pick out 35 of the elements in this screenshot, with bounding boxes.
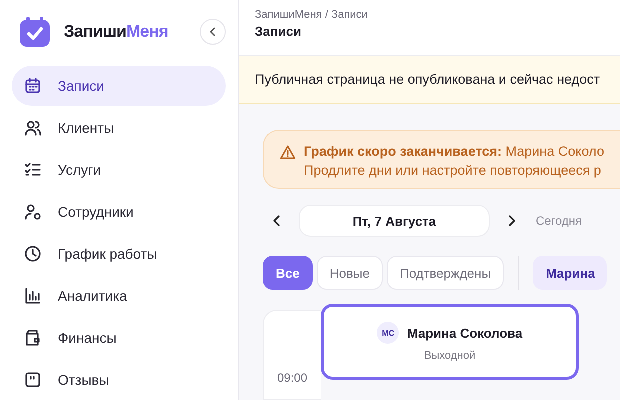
time-label: 09:00 [277, 371, 308, 385]
filter-tab[interactable]: Новые [316, 256, 383, 290]
checklist-icon [24, 161, 42, 179]
users-icon [24, 119, 42, 137]
sidebar-item[interactable]: Отзывы [12, 360, 226, 400]
filter-tab[interactable]: Все [263, 256, 313, 290]
sidebar-item[interactable]: График работы [12, 234, 226, 274]
warning-hint: Продлите дни или настройте повторяющееся р [304, 163, 602, 178]
calendar-icon [24, 77, 42, 95]
breadcrumb: ЗапишиМеня / Записи [255, 9, 369, 21]
warning-text: График скоро заканчивается: Марина Соколо [304, 144, 604, 159]
staff-filter-chip[interactable]: Марина [533, 256, 608, 290]
sidebar-item[interactable]: Записи [12, 66, 226, 106]
date-picker[interactable]: Пт, 7 Августа [299, 205, 490, 237]
wallet-icon [24, 329, 42, 347]
warning-icon [280, 145, 296, 160]
page-title: Записи [255, 24, 302, 39]
calendar-check-logo-icon [20, 17, 50, 47]
sidebar-item[interactable]: Клиенты [12, 108, 226, 148]
chevron-left-icon [272, 215, 282, 227]
staff-name: Марина Соколова [407, 326, 523, 340]
staff-column-header[interactable]: МС Марина Соколова Выходной [321, 304, 579, 380]
avatar: МС [377, 322, 400, 344]
filter-tab[interactable]: Подтверждены [386, 256, 504, 290]
bar-chart-icon [24, 287, 42, 305]
sidebar-item[interactable]: Сотрудники [12, 192, 226, 232]
chevron-left-icon [208, 27, 218, 37]
notice-text: Публичная страница не опубликована и сейчас недост [255, 72, 600, 87]
sidebar-item[interactable]: Услуги [12, 150, 226, 190]
staff-status: Выходной [424, 350, 476, 362]
sidebar-item[interactable]: Финансы [12, 318, 226, 358]
app-name: ЗапишиМеня [64, 22, 168, 42]
sidebar-item[interactable]: Аналитика [12, 276, 226, 316]
chevron-right-icon [507, 215, 517, 227]
clock-icon [24, 245, 42, 263]
